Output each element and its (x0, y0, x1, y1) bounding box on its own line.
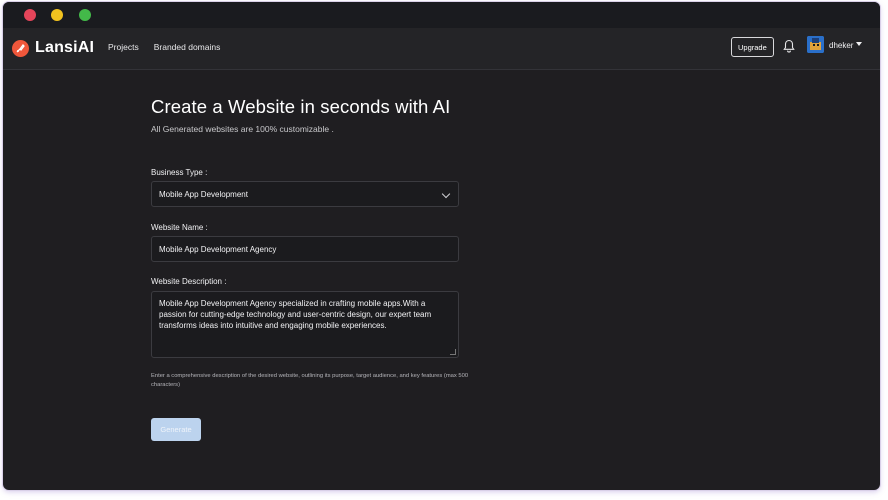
brand-logo[interactable]: LansiAI (12, 39, 94, 57)
app-window: LansiAI Projects Branded domains Upgrade… (3, 2, 880, 490)
bell-icon[interactable] (783, 39, 795, 53)
business-type-value: Mobile App Development (159, 190, 248, 199)
website-name-value: Mobile App Development Agency (159, 245, 277, 254)
main-content: Create a Website in seconds with AI All … (151, 96, 471, 441)
brand-name: LansiAI (35, 39, 95, 56)
website-description-value: Mobile App Development Agency specialize… (159, 299, 432, 330)
chevron-down-icon (441, 189, 451, 199)
user-menu-caret-icon[interactable] (856, 42, 862, 46)
website-name-label: Website Name : (151, 223, 208, 232)
description-hint: Enter a comprehensive description of the… (151, 373, 469, 388)
user-name[interactable]: dheker (829, 41, 853, 50)
minimize-window-button[interactable] (51, 9, 63, 21)
business-type-select[interactable]: Mobile App Development (151, 181, 459, 207)
page-subtitle: All Generated websites are 100% customiz… (151, 124, 334, 134)
business-type-label: Business Type : (151, 168, 208, 177)
top-navbar: LansiAI Projects Branded domains Upgrade… (3, 28, 880, 70)
nav-link-branded-domains[interactable]: Branded domains (154, 42, 221, 52)
website-description-textarea[interactable]: Mobile App Development Agency specialize… (151, 291, 459, 358)
logo-icon (12, 39, 29, 57)
close-window-button[interactable] (24, 9, 36, 21)
title-bar (3, 2, 880, 28)
nav-link-projects[interactable]: Projects (108, 42, 139, 52)
resize-handle-icon[interactable] (450, 349, 456, 355)
page-title: Create a Website in seconds with AI (151, 96, 451, 117)
maximize-window-button[interactable] (79, 9, 91, 21)
generate-button[interactable]: Generate (151, 418, 201, 441)
website-name-input[interactable]: Mobile App Development Agency (151, 236, 459, 262)
user-avatar[interactable] (807, 36, 824, 53)
website-description-label: Website Description : (151, 277, 227, 286)
nav-links: Projects Branded domains (108, 42, 220, 52)
upgrade-button[interactable]: Upgrade (731, 37, 774, 57)
